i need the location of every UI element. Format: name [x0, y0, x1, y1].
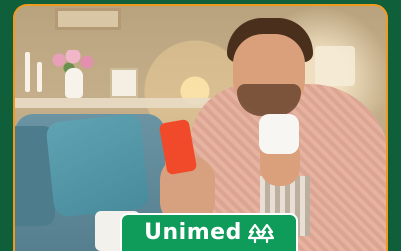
ad-frame: Unimed: [0, 0, 401, 251]
unimed-trees-icon: [247, 222, 274, 244]
cushion: [45, 113, 150, 218]
brand-logo: Unimed: [120, 213, 298, 251]
lamp: [315, 46, 355, 86]
man-beard: [237, 84, 301, 116]
candle: [25, 52, 30, 92]
brand-name: Unimed: [144, 220, 242, 245]
shelf: [15, 98, 225, 108]
candle: [37, 62, 42, 92]
photo-frame: [110, 68, 138, 98]
vase: [65, 68, 83, 98]
tissue: [259, 114, 299, 154]
wall-picture-frame: [55, 8, 121, 30]
